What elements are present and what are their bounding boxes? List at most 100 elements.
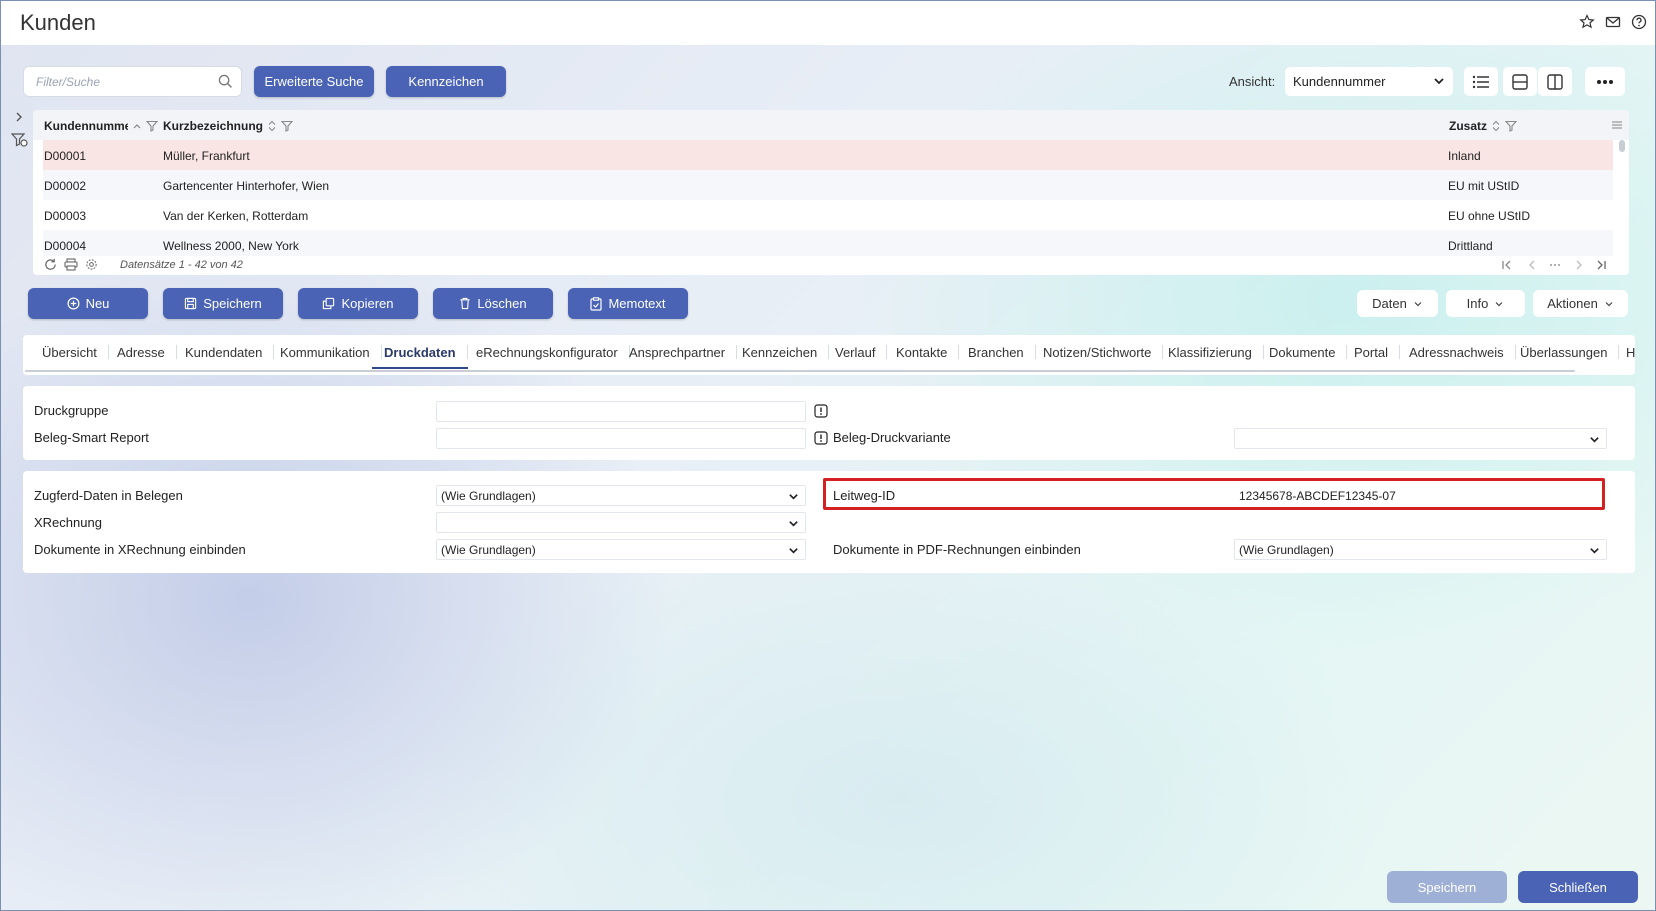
footer-save-button[interactable]: Speichern [1387,871,1507,903]
advanced-search-button[interactable]: Erweiterte Suche [254,66,374,97]
sort-icon [1492,120,1500,132]
tab-druckdaten[interactable]: Druckdaten [372,335,467,369]
filter-icon [146,120,158,132]
ansicht-select[interactable]: Kundennummer [1285,67,1453,96]
filter-settings-icon[interactable] [10,132,29,151]
druckvariante-select[interactable] [1234,428,1607,449]
list-view-button[interactable] [1464,67,1498,96]
delete-button[interactable]: Löschen [433,288,553,319]
last-page-icon[interactable] [1595,259,1607,274]
tab-uebersicht[interactable]: Übersicht [42,335,109,369]
print-icon[interactable] [64,258,78,274]
table-row[interactable]: D00001 Müller, Frankfurt Inland [43,140,1613,170]
aktionen-dropdown[interactable]: Aktionen [1533,290,1628,317]
tab-dokumente[interactable]: Dokumente [1269,335,1349,369]
tab-portal[interactable]: Portal [1354,335,1400,369]
filter-icon [281,120,294,132]
chevron-down-icon [788,518,799,532]
copy-button[interactable]: Kopieren [298,288,418,319]
tab-ansprechpartner[interactable]: Ansprechpartner [629,335,738,369]
smart-report-label: Beleg-Smart Report [34,430,149,445]
tab-historie[interactable]: His [1626,335,1635,369]
split-vertical-icon [1547,73,1563,90]
tab-branchen[interactable]: Branchen [968,335,1036,369]
trash-icon [460,297,471,310]
mail-icon[interactable] [1605,14,1621,30]
druckgruppe-input[interactable] [436,401,806,422]
column-menu-icon[interactable] [1611,119,1623,134]
tab-notizen-stichworte[interactable]: Notizen/Stichworte [1043,335,1164,369]
refresh-icon[interactable] [44,258,57,274]
dok-pdf-select[interactable]: (Wie Grundlagen) [1234,539,1607,560]
tab-klassifizierung[interactable]: Klassifizierung [1168,335,1264,369]
kennzeichen-button[interactable]: Kennzeichen [386,66,506,97]
druckgruppe-label: Druckgruppe [34,403,109,418]
first-page-icon[interactable] [1501,259,1513,274]
search-icon[interactable] [218,74,233,92]
table-row[interactable]: D00004 Wellness 2000, New York Drittland [43,230,1613,256]
split-horizontal-button[interactable] [1503,67,1537,96]
record-count: Datensätze 1 - 42 von 42 [120,259,243,271]
druck-panel: Druckgruppe Beleg-Smart Report Beleg-Dru… [23,386,1635,460]
plus-circle-icon [67,297,80,310]
clipboard-icon [590,296,603,311]
floppy-icon [185,297,197,310]
table-row[interactable]: D00002 Gartencenter Hinterhofer, Wien EU… [43,170,1613,200]
zugferd-select[interactable]: (Wie Grundlagen) [436,485,806,506]
tab-adresse[interactable]: Adresse [117,335,177,369]
tab-verlauf[interactable]: Verlauf [835,335,889,369]
daten-dropdown[interactable]: Daten [1357,290,1438,317]
druckvariante-label: Beleg-Druckvariante [833,430,951,445]
chevron-down-icon [1433,75,1445,90]
chevron-down-icon [1495,301,1503,306]
customer-grid: Kundennummer Kurzbezeichnung Zusatz D000… [33,110,1629,275]
gear-icon[interactable] [85,258,98,274]
column-zusatz[interactable]: Zusatz [1449,119,1518,133]
xrechnung-select[interactable] [436,512,806,533]
smart-report-input[interactable] [436,428,806,449]
tab-kommunikation[interactable]: Kommunikation [280,335,382,369]
chevron-down-icon [788,545,799,559]
tab-kundendaten[interactable]: Kundendaten [185,335,275,369]
dok-xrechnung-select[interactable]: (Wie Grundlagen) [436,539,806,560]
save-button[interactable]: Speichern [163,288,283,319]
more-options-button[interactable] [1585,67,1625,96]
chevron-down-icon [1605,301,1613,306]
detail-tabs: Übersicht Adresse Kundendaten Kommunikat… [23,335,1635,375]
column-kurzbezeichnung[interactable]: Kurzbezeichnung [163,119,294,133]
title-bar: Kunden [1,1,1655,45]
info-icon[interactable] [814,404,828,418]
chevron-right-icon[interactable] [13,111,25,126]
chevron-down-icon [788,491,799,505]
tab-ueberlassungen[interactable]: Überlassungen [1520,335,1620,369]
tab-adressnachweis[interactable]: Adressnachweis [1409,335,1516,369]
vertical-scrollbar[interactable] [1619,140,1625,152]
tab-erechnungskonfigurator[interactable]: eRechnungskonfigurator [476,335,630,369]
xrechnung-label: XRechnung [34,515,102,530]
new-button[interactable]: Neu [28,288,148,319]
list-icon [1472,75,1489,88]
window-title: Kunden [20,10,96,35]
table-row[interactable]: D00003 Van der Kerken, Rotterdam EU ohne… [43,200,1613,230]
copy-icon [323,297,335,310]
filter-icon [1505,120,1518,132]
memotext-button[interactable]: Memotext [568,288,688,319]
help-icon[interactable] [1631,14,1647,30]
info-icon[interactable] [814,431,828,445]
tab-kennzeichen[interactable]: Kennzeichen [742,335,830,369]
dok-xrechnung-label: Dokumente in XRechnung einbinden [34,542,246,557]
close-button[interactable]: Schließen [1518,871,1638,903]
more-pages-icon [1548,259,1562,274]
ansicht-label: Ansicht: [1229,74,1276,89]
split-vertical-button[interactable] [1538,67,1572,96]
zugferd-label: Zugferd-Daten in Belegen [34,488,183,503]
star-icon[interactable] [1579,14,1595,30]
tab-kontakte[interactable]: Kontakte [896,335,960,369]
chevron-down-icon [1589,545,1600,559]
column-kundennummer[interactable]: Kundennummer [44,119,158,133]
tabs-scrollbar[interactable] [25,370,1575,372]
next-page-icon[interactable] [1573,259,1585,274]
prev-page-icon[interactable] [1526,259,1538,274]
info-dropdown[interactable]: Info [1446,290,1525,317]
search-input[interactable] [24,67,204,96]
